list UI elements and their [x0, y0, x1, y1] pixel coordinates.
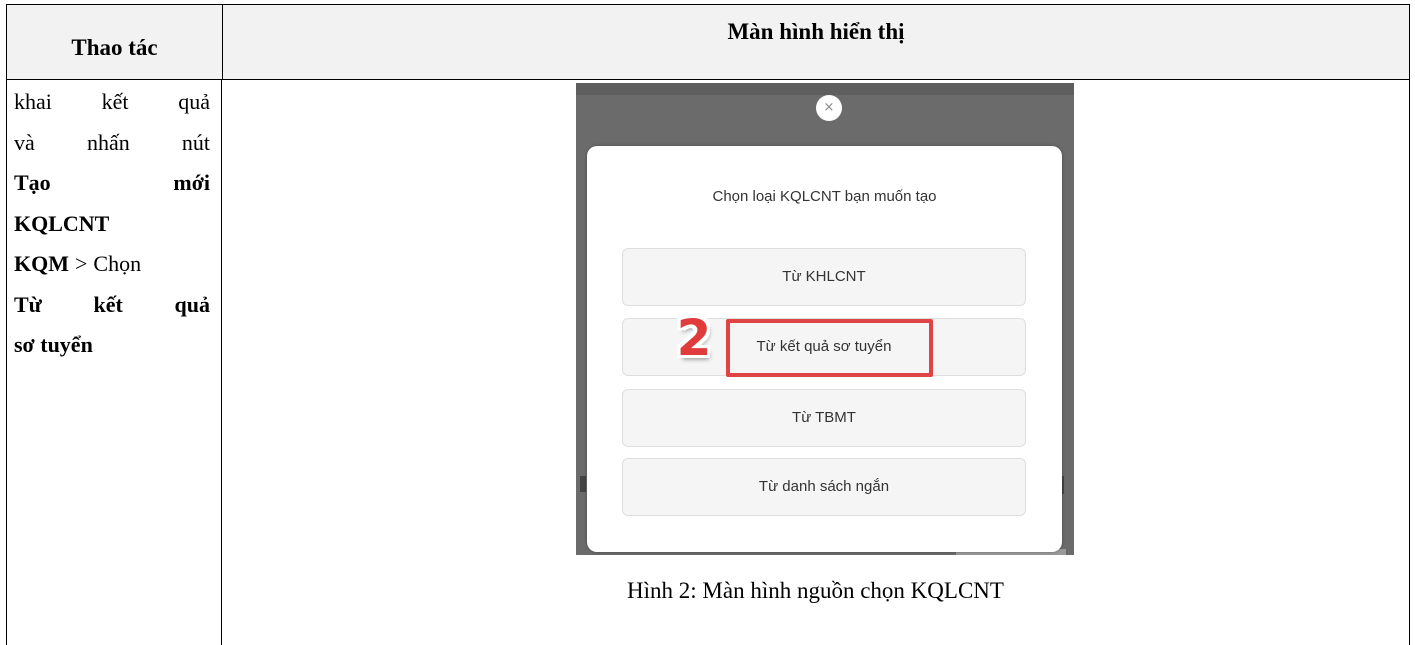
action-word-bold: KQLCNT — [14, 210, 110, 236]
header-action-cell: Thao tác — [71, 35, 158, 60]
action-word-bold: kết — [93, 291, 123, 317]
highlight-box — [726, 319, 933, 377]
table-border-middle — [221, 80, 222, 645]
action-word: nút — [181, 129, 210, 155]
option-from-tbmt-button[interactable]: Từ TBMT — [622, 389, 1026, 447]
modal-title: Chọn loại KQLCNT bạn muốn tạo — [712, 188, 937, 205]
option-from-shortlist-button[interactable]: Từ danh sách ngắn — [622, 458, 1026, 516]
action-line: Từ kết quả — [14, 285, 210, 326]
action-word-bold: sơ tuyển — [14, 332, 93, 357]
option-from-khlcnt-button[interactable]: Từ KHLCNT — [622, 248, 1026, 306]
action-line: khai kết quả — [14, 82, 210, 123]
embedded-screenshot: × Chọn loại KQLCNT bạn muốn tạo Từ KHLCN… — [576, 83, 1074, 555]
action-column-text: khai kết quả và nhấn nút Tạo mới KQLCNT … — [14, 82, 210, 366]
step-number-badge: 2 — [676, 309, 712, 367]
action-word-bold: Từ — [14, 291, 42, 317]
instruction-table: Thao tác Màn hình hiển thị khai kết quả … — [0, 0, 1415, 645]
action-separator: > — [75, 251, 88, 276]
action-line: KQLCNT — [14, 204, 210, 245]
action-word: quả — [178, 89, 210, 114]
action-word-bold: KQM — [14, 251, 69, 276]
action-word: khai — [14, 89, 52, 114]
action-word-bold: mới — [173, 170, 210, 195]
background-text-fragment — [580, 476, 586, 492]
action-word-bold: quả — [174, 291, 210, 317]
table-border-right — [1409, 80, 1410, 645]
action-word: Chọn — [93, 251, 142, 276]
figure-caption: Hình 2: Màn hình nguồn chọn KQLCNT — [627, 578, 1004, 603]
table-header-row: Thao tác Màn hình hiển thị — [6, 4, 1410, 80]
action-line: sơ tuyển — [14, 325, 210, 366]
action-line: và nhấn nút — [14, 123, 210, 164]
action-word: và — [14, 129, 35, 155]
action-word-bold: Tạo — [14, 170, 51, 195]
header-screen-cell: Màn hình hiển thị — [727, 19, 905, 44]
action-word: nhấn — [86, 129, 130, 155]
close-icon[interactable]: × — [816, 95, 842, 121]
action-line: KQM > Chọn — [14, 244, 210, 285]
screenshot-top-strip — [576, 83, 1074, 95]
table-border-left — [6, 80, 7, 645]
action-word: kết — [101, 89, 129, 114]
action-line: Tạo mới — [14, 163, 210, 204]
